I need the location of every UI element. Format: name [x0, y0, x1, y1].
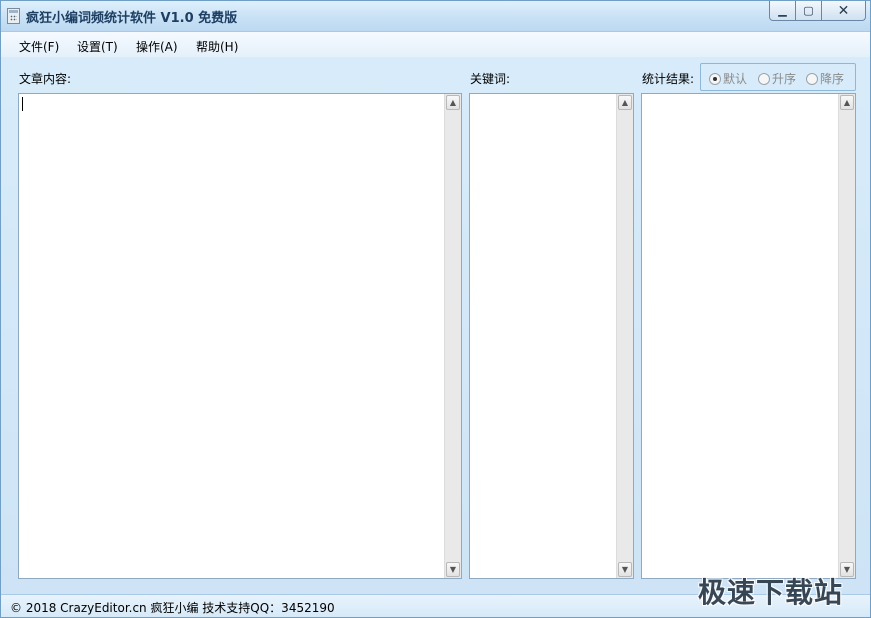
results-scrollbar[interactable]: ▲ ▼ — [838, 94, 855, 578]
article-scrollbar[interactable]: ▲ ▼ — [444, 94, 461, 578]
close-button[interactable]: ✕ — [822, 1, 866, 21]
results-label: 统计结果: — [642, 72, 695, 86]
sort-descending-label: 降序 — [820, 72, 845, 86]
scroll-down-icon[interactable]: ▼ — [618, 562, 632, 577]
radio-unselected-icon — [806, 72, 818, 85]
sort-default-radio[interactable]: 默认 — [709, 70, 747, 87]
scroll-up-icon[interactable]: ▲ — [618, 95, 632, 110]
radio-selected-icon — [709, 72, 721, 85]
status-text: © 2018 CrazyEditor.cn 疯狂小编 技术支持QQ：345219… — [10, 601, 335, 615]
calculator-icon — [7, 8, 20, 24]
app-window: 疯狂小编词频统计软件 V1.0 免费版 ▁ ▢ ✕ 文件(F) 设置(T) 操作… — [0, 0, 871, 618]
keywords-label: 关键词: — [470, 72, 511, 86]
title-bar[interactable]: 疯狂小编词频统计软件 V1.0 免费版 ▁ ▢ ✕ — [1, 1, 870, 31]
scroll-down-icon[interactable]: ▼ — [446, 562, 460, 577]
window-controls: ▁ ▢ ✕ — [769, 1, 866, 22]
watermark-logo: 极速下载站 — [698, 576, 844, 609]
scroll-up-icon[interactable]: ▲ — [446, 95, 460, 110]
maximize-button[interactable]: ▢ — [796, 1, 822, 21]
article-label: 文章内容: — [19, 72, 72, 86]
menu-operate[interactable]: 操作(A) — [136, 38, 178, 55]
menu-help[interactable]: 帮助(H) — [196, 38, 238, 55]
sort-default-label: 默认 — [723, 72, 748, 86]
minimize-button[interactable]: ▁ — [769, 1, 796, 21]
sort-descending-radio[interactable]: 降序 — [806, 70, 844, 87]
sort-ascending-label: 升序 — [772, 72, 797, 86]
radio-unselected-icon — [758, 72, 770, 85]
sort-ascending-radio[interactable]: 升序 — [758, 70, 796, 87]
keywords-textarea[interactable]: ▲ ▼ — [469, 93, 634, 579]
sort-options-group: 默认 升序 降序 — [700, 63, 856, 91]
menu-settings[interactable]: 设置(T) — [77, 38, 118, 55]
menu-file[interactable]: 文件(F) — [19, 38, 59, 55]
keywords-scrollbar[interactable]: ▲ ▼ — [616, 94, 633, 578]
menu-bar: 文件(F) 设置(T) 操作(A) 帮助(H) — [1, 31, 870, 57]
window-title: 疯狂小编词频统计软件 V1.0 免费版 — [26, 11, 238, 26]
article-textarea[interactable]: ▲ ▼ — [18, 93, 462, 579]
scroll-up-icon[interactable]: ▲ — [840, 95, 854, 110]
text-caret — [22, 97, 23, 111]
results-textarea[interactable]: ▲ ▼ — [641, 93, 856, 579]
